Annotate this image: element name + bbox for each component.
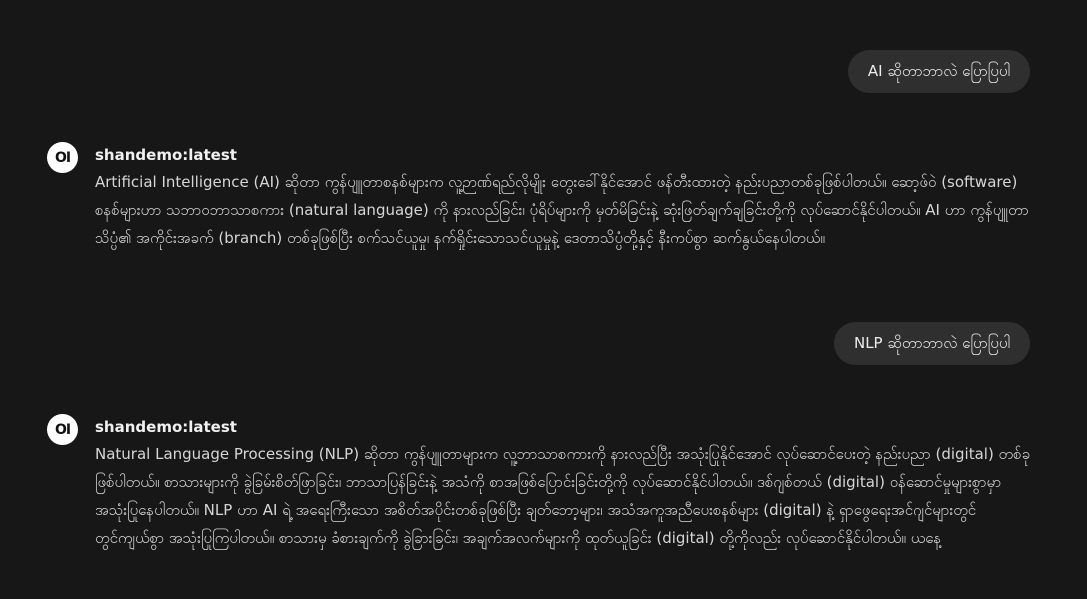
assistant-message-body: shandemo:latest Natural Language Process… [95,418,1032,552]
model-avatar: OI [47,142,78,173]
assistant-reply-text: Artificial Intelligence (AI) ဆိုတာ ကွန်ပ… [95,173,1029,247]
user-message-bubble: AI ဆိုတာဘာလဲ ပြောပြပါ [847,50,1030,93]
model-avatar: OI [47,414,78,445]
model-name-label: shandemo:latest [95,146,237,164]
assistant-message-body: shandemo:latest Artificial Intelligence … [95,146,1032,252]
openwebui-logo-icon: OI [54,421,71,438]
assistant-reply-text: Natural Language Processing (NLP) ဆိုတာ … [95,445,1031,547]
model-name-label: shandemo:latest [95,418,237,436]
user-message-bubble: NLP ဆိုတာဘာလဲ ပြောပြပါ [833,322,1030,365]
openwebui-logo-icon: OI [54,149,71,166]
chat-window: AI ဆိုတာဘာလဲ ပြောပြပါ OI shandemo:latest… [0,0,1087,599]
